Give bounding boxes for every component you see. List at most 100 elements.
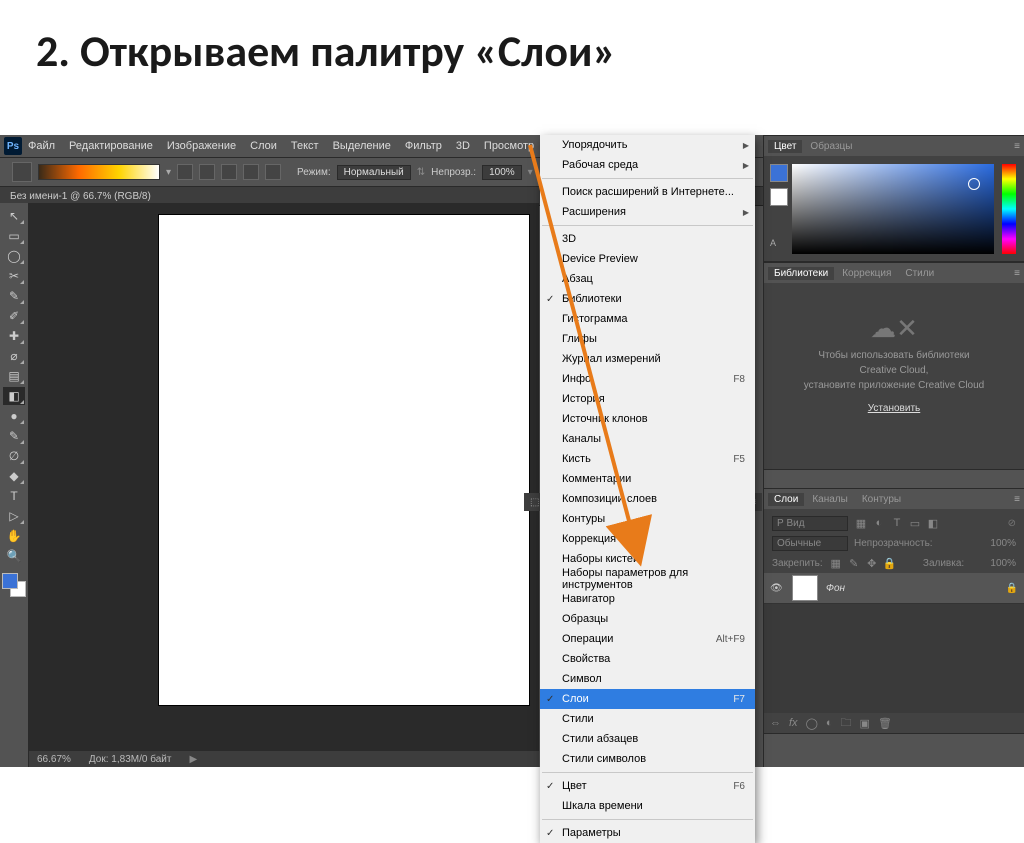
color-swatch-bg[interactable] — [770, 188, 788, 206]
menu-item[interactable]: Рабочая среда — [540, 155, 755, 175]
menu-item[interactable]: 3D — [540, 229, 755, 249]
tool-gradient[interactable]: ◧ — [3, 387, 25, 405]
gradient-preview[interactable] — [38, 164, 160, 180]
gradient-angle-icon[interactable] — [221, 164, 237, 180]
tool-history-brush[interactable]: ▤ — [3, 367, 25, 385]
lock-pixels-icon[interactable]: ✎ — [847, 556, 861, 570]
foreground-background-swatch[interactable] — [2, 573, 26, 597]
filter-adjust-icon[interactable]: ◐ — [872, 516, 886, 530]
fx-icon[interactable]: fx — [789, 717, 798, 729]
tab-libraries[interactable]: Библиотеки — [768, 267, 834, 280]
menu-filter[interactable]: Фильтр — [405, 140, 442, 152]
menu-item[interactable]: Образцы — [540, 609, 755, 629]
zoom-readout[interactable]: 66.67% — [37, 754, 71, 765]
tab-color[interactable]: Цвет — [768, 140, 802, 153]
menu-item[interactable]: Источник клонов — [540, 409, 755, 429]
menu-item[interactable]: История — [540, 389, 755, 409]
menu-item[interactable]: Шкала времени — [540, 796, 755, 816]
layer-name[interactable]: Фон — [826, 583, 845, 594]
layer-opacity[interactable]: 100% — [990, 538, 1016, 549]
panel-menu-icon[interactable]: ≡ — [1014, 494, 1020, 505]
menu-item[interactable]: Глифы — [540, 329, 755, 349]
tool-path[interactable]: ▷ — [3, 507, 25, 525]
menu-item[interactable]: Поиск расширений в Интернете... — [540, 182, 755, 202]
menu-item[interactable]: ОперацииAlt+F9 — [540, 629, 755, 649]
menu-item[interactable]: СлоиF7 — [540, 689, 755, 709]
tool-eyedropper[interactable]: ✎ — [3, 287, 25, 305]
tool-shape[interactable]: ◆ — [3, 467, 25, 485]
filter-shape-icon[interactable]: ▭ — [908, 516, 922, 530]
hue-slider[interactable] — [1002, 164, 1016, 254]
tool-blur[interactable]: ● — [3, 407, 25, 425]
menu-layers[interactable]: Слои — [250, 140, 277, 152]
tool-zoom[interactable]: 🔍 — [3, 547, 25, 565]
menu-item[interactable]: Навигатор — [540, 589, 755, 609]
tool-move[interactable]: ↖ — [3, 207, 25, 225]
link-icon[interactable]: ⬚ — [530, 497, 539, 508]
menu-item[interactable]: Каналы — [540, 429, 755, 449]
canvas[interactable] — [159, 215, 529, 705]
lock-position-icon[interactable]: ✥ — [865, 556, 879, 570]
tool-heal[interactable]: ✐ — [3, 307, 25, 325]
blend-mode-select[interactable]: Обычные — [772, 536, 848, 551]
menu-item[interactable]: ЦветF6 — [540, 776, 755, 796]
tool-lasso[interactable]: ◯ — [3, 247, 25, 265]
tab-swatches[interactable]: Образцы — [804, 140, 858, 153]
layer-kind-filter[interactable]: Р Вид — [772, 516, 848, 531]
menu-item[interactable]: Device Preview — [540, 249, 755, 269]
panel-menu-icon[interactable]: ≡ — [1014, 141, 1020, 152]
layer-thumbnail[interactable] — [792, 575, 818, 601]
menu-item[interactable]: КистьF5 — [540, 449, 755, 469]
tool-text[interactable]: T — [3, 487, 25, 505]
menu-item[interactable]: Символ — [540, 669, 755, 689]
foreground-color[interactable] — [2, 573, 18, 589]
mode-select[interactable]: Нормальный — [337, 165, 411, 180]
gradient-radial-icon[interactable] — [199, 164, 215, 180]
menu-item[interactable]: Комментарии — [540, 469, 755, 489]
color-cursor-icon[interactable] — [968, 178, 980, 190]
menu-item[interactable]: Стили абзацев — [540, 729, 755, 749]
layer-row[interactable]: 👁 Фон 🔒 — [764, 573, 1024, 604]
tool-dodge[interactable]: ∅ — [3, 447, 25, 465]
menu-item[interactable]: ИнфоF8 — [540, 369, 755, 389]
menu-item[interactable]: Наборы кистей — [540, 549, 755, 569]
menu-item[interactable]: Композиции слоев — [540, 489, 755, 509]
mask-icon[interactable]: ◯ — [806, 717, 818, 730]
tab-adjustments[interactable]: Коррекция — [836, 267, 897, 280]
menu-item[interactable]: Стили — [540, 709, 755, 729]
filter-smart-icon[interactable]: ◧ — [926, 516, 940, 530]
opacity-field[interactable]: 100% — [482, 165, 522, 180]
tool-pen[interactable]: ✎ — [3, 427, 25, 445]
tool-marquee[interactable]: ▭ — [3, 227, 25, 245]
lock-all-icon[interactable]: 🔒 — [883, 556, 897, 570]
menu-item[interactable]: Контуры — [540, 509, 755, 529]
menu-image[interactable]: Изображение — [167, 140, 236, 152]
adjustment-icon[interactable]: ◐ — [826, 717, 833, 729]
menu-3d[interactable]: 3D — [456, 140, 470, 152]
menu-item[interactable]: Параметры — [540, 823, 755, 843]
menu-item[interactable]: Наборы параметров для инструментов — [540, 569, 755, 589]
visibility-icon[interactable]: 👁 — [770, 583, 784, 594]
tab-styles[interactable]: Стили — [899, 267, 940, 280]
new-layer-icon[interactable]: ▣ — [860, 717, 870, 730]
menu-item[interactable]: Упорядочить — [540, 135, 755, 155]
menu-file[interactable]: Файл — [28, 140, 55, 152]
panel-menu-icon[interactable]: ≡ — [1014, 268, 1020, 279]
menu-select[interactable]: Выделение — [333, 140, 391, 152]
menu-item[interactable]: Библиотеки — [540, 289, 755, 309]
menu-item[interactable]: Коррекция — [540, 529, 755, 549]
menu-text[interactable]: Текст — [291, 140, 319, 152]
tool-hand[interactable]: ✋ — [3, 527, 25, 545]
current-tool-icon[interactable] — [12, 162, 32, 182]
layer-fill[interactable]: 100% — [990, 558, 1016, 569]
gradient-linear-icon[interactable] — [177, 164, 193, 180]
lock-transparent-icon[interactable]: ▦ — [829, 556, 843, 570]
menu-item[interactable]: Стили символов — [540, 749, 755, 769]
color-swatch-fg[interactable] — [770, 164, 788, 182]
window-menu-dropdown[interactable]: УпорядочитьРабочая среда Поиск расширений… — [540, 135, 755, 843]
filter-text-icon[interactable]: T — [890, 516, 904, 530]
menu-item[interactable]: Свойства — [540, 649, 755, 669]
menu-item[interactable]: Журнал измерений — [540, 349, 755, 369]
tool-stamp[interactable]: ⌀ — [3, 347, 25, 365]
menu-item[interactable]: Гистограмма — [540, 309, 755, 329]
